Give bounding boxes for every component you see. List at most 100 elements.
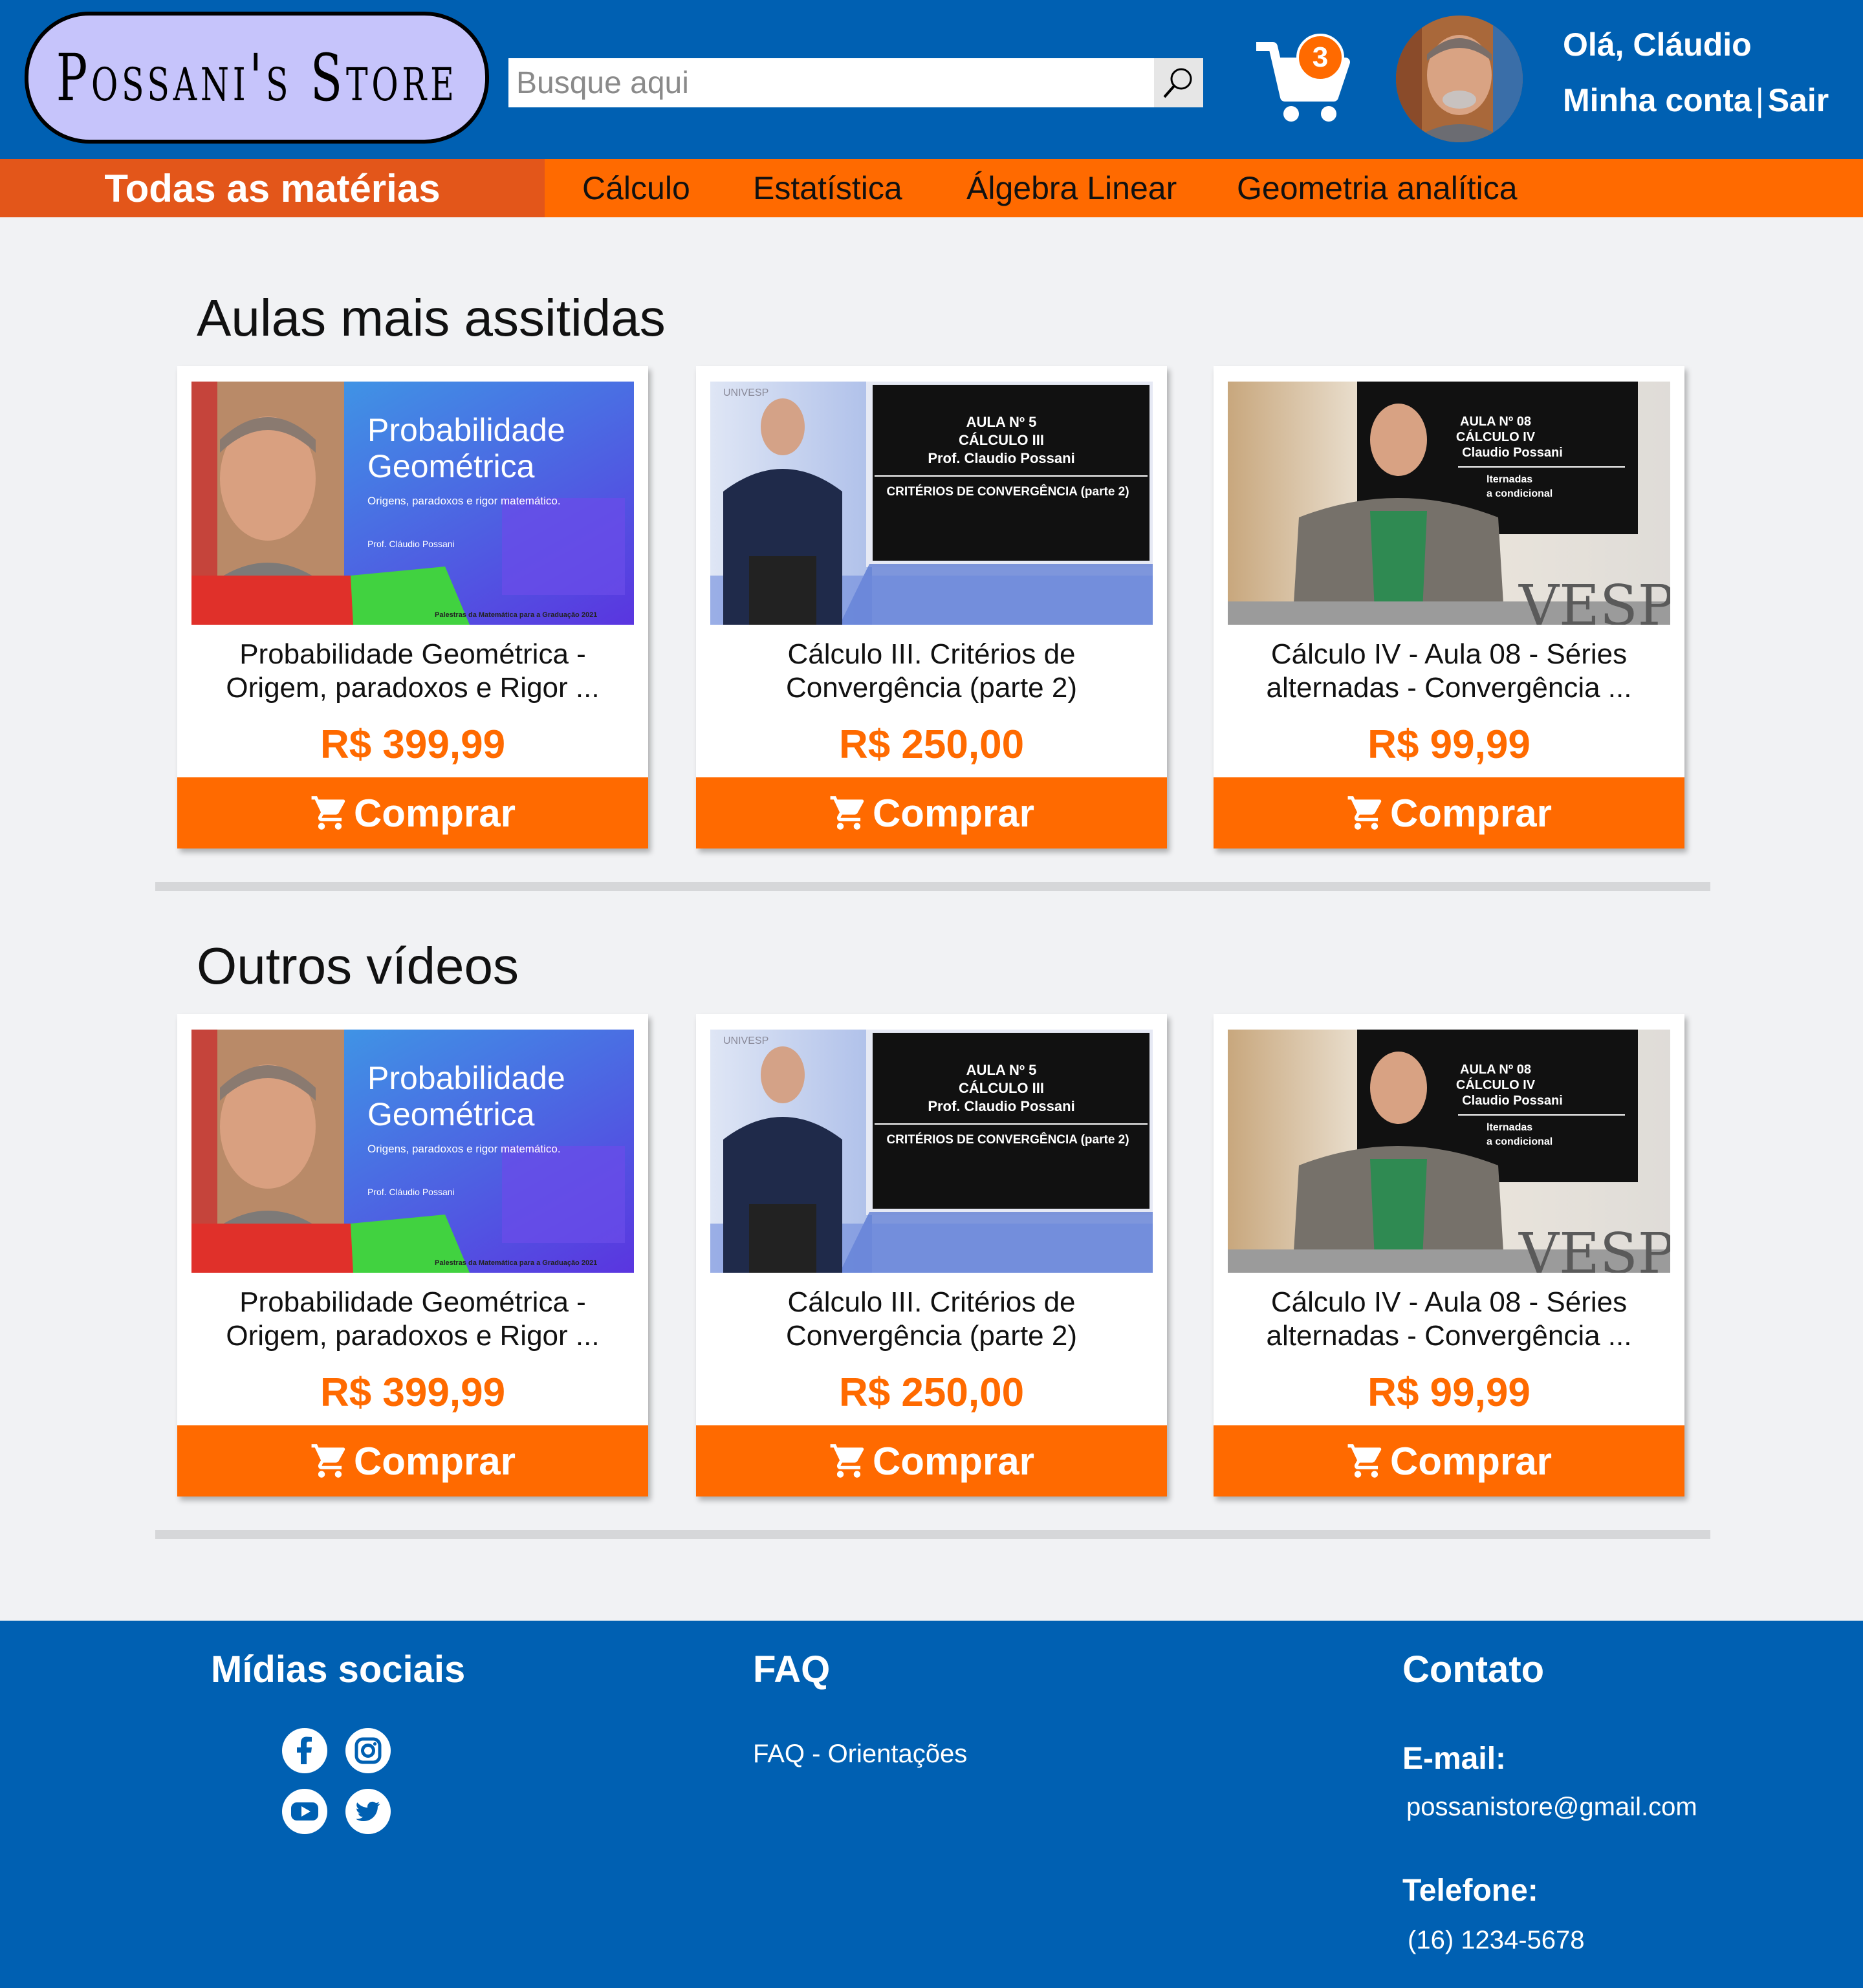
thumb-brand: UNIVESP (723, 1035, 768, 1046)
my-account-link[interactable]: Minha conta (1563, 82, 1752, 118)
buy-button[interactable]: Comprar (1214, 1425, 1684, 1496)
search-bar (508, 58, 1203, 107)
faq-title: FAQ (753, 1648, 831, 1691)
thumb-title-1: Probabilidade (367, 1060, 565, 1096)
thumb-brand: VESP (1518, 574, 1670, 625)
instagram-icon[interactable] (345, 1728, 391, 1773)
social-title: Mídias sociais (211, 1648, 466, 1691)
account-separator: | (1755, 82, 1764, 118)
nav-item-algebra-linear[interactable]: Álgebra Linear (966, 159, 1177, 217)
product-price: R$ 250,00 (838, 722, 1025, 767)
product-title: Cálculo IV - Aula 08 - Séries alternadas … (1266, 638, 1632, 704)
nav-item-estatistica[interactable]: Estatística (753, 159, 902, 217)
cart-count-badge: 3 (1296, 34, 1344, 81)
video-thumbnail[interactable]: UNIVESP AULA Nº 5 CÁLCULO III Prof. Clau… (710, 382, 1153, 625)
section-divider (155, 882, 1710, 891)
svg-text:Prof. Claudio Possani: Prof. Claudio Possani (928, 1098, 1074, 1114)
product-card[interactable]: UNIVESP AULA Nº 5 CÁLCULO III Prof. Clau… (696, 366, 1167, 848)
nav-item-geometria-analitica[interactable]: Geometria analítica (1237, 159, 1518, 217)
product-card[interactable]: UNIVESP AULA Nº 5 CÁLCULO III Prof. Clau… (696, 1014, 1167, 1496)
svg-text:a condicional: a condicional (1487, 488, 1552, 499)
video-thumbnail[interactable]: UNIVESP AULA Nº 5 CÁLCULO III Prof. Clau… (710, 1030, 1153, 1273)
video-thumbnail[interactable]: VESP AULA Nº 08 CÁLCULO IV Claudio Possa… (1228, 382, 1670, 625)
avatar[interactable] (1396, 16, 1523, 142)
thumb-title-1: Probabilidade (367, 412, 565, 448)
faq-link[interactable]: FAQ - Orientações (753, 1740, 967, 1769)
svg-text:AULA Nº 08: AULA Nº 08 (1460, 1063, 1531, 1077)
user-greeting: Olá, Cláudio (1563, 27, 1752, 63)
thumb-footer: Palestras da Matemática para a Graduação… (435, 611, 597, 619)
cart-icon (830, 1444, 864, 1478)
email-value[interactable]: possanistore@gmail.com (1406, 1793, 1697, 1822)
svg-text:CÁLCULO IV: CÁLCULO IV (1456, 1077, 1536, 1092)
facebook-icon[interactable] (282, 1728, 327, 1773)
search-input[interactable] (508, 58, 1142, 107)
site-footer: Mídias sociais FAQ FAQ - Orientações Con… (0, 1621, 1863, 1988)
logout-link[interactable]: Sair (1768, 82, 1829, 118)
svg-text:CÁLCULO IV: CÁLCULO IV (1456, 429, 1536, 444)
buy-button[interactable]: Comprar (177, 1425, 648, 1496)
account-links: Minha conta | Sair (1563, 81, 1829, 119)
product-price: R$ 250,00 (838, 1370, 1025, 1415)
svg-text:AULA Nº 5: AULA Nº 5 (966, 1062, 1037, 1078)
svg-text:CÁLCULO III: CÁLCULO III (959, 432, 1044, 448)
product-price: R$ 99,99 (1367, 1370, 1531, 1415)
thumb-author: Prof. Cláudio Possani (367, 539, 455, 549)
svg-text:lternadas: lternadas (1487, 1122, 1532, 1133)
svg-text:AULA Nº 5: AULA Nº 5 (966, 414, 1037, 430)
thumb-title-2: Geométrica (367, 448, 535, 484)
youtube-icon[interactable] (282, 1789, 327, 1834)
category-nav: Todas as matérias Cálculo Estatística Ál… (0, 159, 1863, 217)
email-label: E-mail: (1402, 1742, 1507, 1776)
product-title: Probabilidade Geométrica - Origem, parado… (226, 638, 600, 704)
product-card[interactable]: VESP AULA Nº 08 CÁLCULO IV Claudio Possa… (1214, 1014, 1684, 1496)
nav-all-subjects[interactable]: Todas as matérias (0, 159, 545, 217)
buy-button[interactable]: Comprar (1214, 777, 1684, 848)
section-title-most-watched: Aulas mais assitidas (197, 289, 666, 347)
cart-icon (830, 796, 864, 830)
twitter-icon[interactable] (345, 1789, 391, 1834)
thumb-subtitle: Origens, paradoxos e rigor matemático. (367, 1143, 561, 1155)
cart-icon (311, 1444, 345, 1478)
product-title: Cálculo III. Critérios de Convergência (p… (785, 638, 1077, 704)
logo-text: Possani's Store (56, 39, 458, 116)
thumb-footer: Palestras da Matemática para a Graduação… (435, 1259, 597, 1267)
cart-icon (311, 796, 345, 830)
product-title: Cálculo IV - Aula 08 - Séries alternadas … (1266, 1286, 1632, 1352)
video-thumbnail[interactable]: Probabilidade Geométrica Origens, parado… (191, 382, 634, 625)
video-thumbnail[interactable]: VESP AULA Nº 08 CÁLCULO IV Claudio Possa… (1228, 1030, 1670, 1273)
thumb-brand: UNIVESP (723, 387, 768, 398)
product-card[interactable]: VESP AULA Nº 08 CÁLCULO IV Claudio Possa… (1214, 366, 1684, 848)
thumb-brand: VESP (1518, 1222, 1670, 1273)
thumb-title-2: Geométrica (367, 1096, 535, 1132)
svg-text:lternadas: lternadas (1487, 474, 1532, 485)
svg-text:CÁLCULO III: CÁLCULO III (959, 1080, 1044, 1096)
video-thumbnail[interactable]: Probabilidade Geométrica Origens, parado… (191, 1030, 634, 1273)
site-header: Possani's Store 3 Olá, Cláudio Minha con… (0, 0, 1863, 159)
svg-text:CRITÉRIOS DE CONVERGÊNCIA (par: CRITÉRIOS DE CONVERGÊNCIA (parte 2) (886, 1132, 1129, 1147)
svg-text:Claudio Possani: Claudio Possani (1462, 1094, 1563, 1108)
svg-text:Prof. Claudio Possani: Prof. Claudio Possani (928, 450, 1074, 466)
product-price: R$ 399,99 (320, 722, 506, 767)
svg-text:a condicional: a condicional (1487, 1136, 1552, 1147)
svg-text:AULA Nº 08: AULA Nº 08 (1460, 415, 1531, 429)
nav-item-calculo[interactable]: Cálculo (582, 159, 690, 217)
svg-text:CRITÉRIOS DE CONVERGÊNCIA (par: CRITÉRIOS DE CONVERGÊNCIA (parte 2) (886, 484, 1129, 499)
product-card[interactable]: Probabilidade Geométrica Origens, parado… (177, 366, 648, 848)
product-title: Cálculo III. Critérios de Convergência (p… (785, 1286, 1077, 1352)
buy-button[interactable]: Comprar (177, 777, 648, 848)
buy-button[interactable]: Comprar (696, 1425, 1167, 1496)
svg-text:Claudio Possani: Claudio Possani (1462, 446, 1563, 460)
section-divider (155, 1530, 1710, 1539)
buy-button[interactable]: Comprar (696, 777, 1167, 848)
product-title: Probabilidade Geométrica - Origem, parado… (226, 1286, 600, 1352)
cart-icon (1347, 1444, 1382, 1478)
section-title-other-videos: Outros vídeos (197, 937, 519, 995)
search-button[interactable] (1154, 58, 1203, 107)
product-price: R$ 99,99 (1367, 722, 1531, 767)
store-logo[interactable]: Possani's Store (25, 12, 489, 144)
thumb-author: Prof. Cláudio Possani (367, 1187, 455, 1197)
product-price: R$ 399,99 (320, 1370, 506, 1415)
thumb-subtitle: Origens, paradoxos e rigor matemático. (367, 495, 561, 507)
product-card[interactable]: Probabilidade Geométrica Origens, parado… (177, 1014, 648, 1496)
